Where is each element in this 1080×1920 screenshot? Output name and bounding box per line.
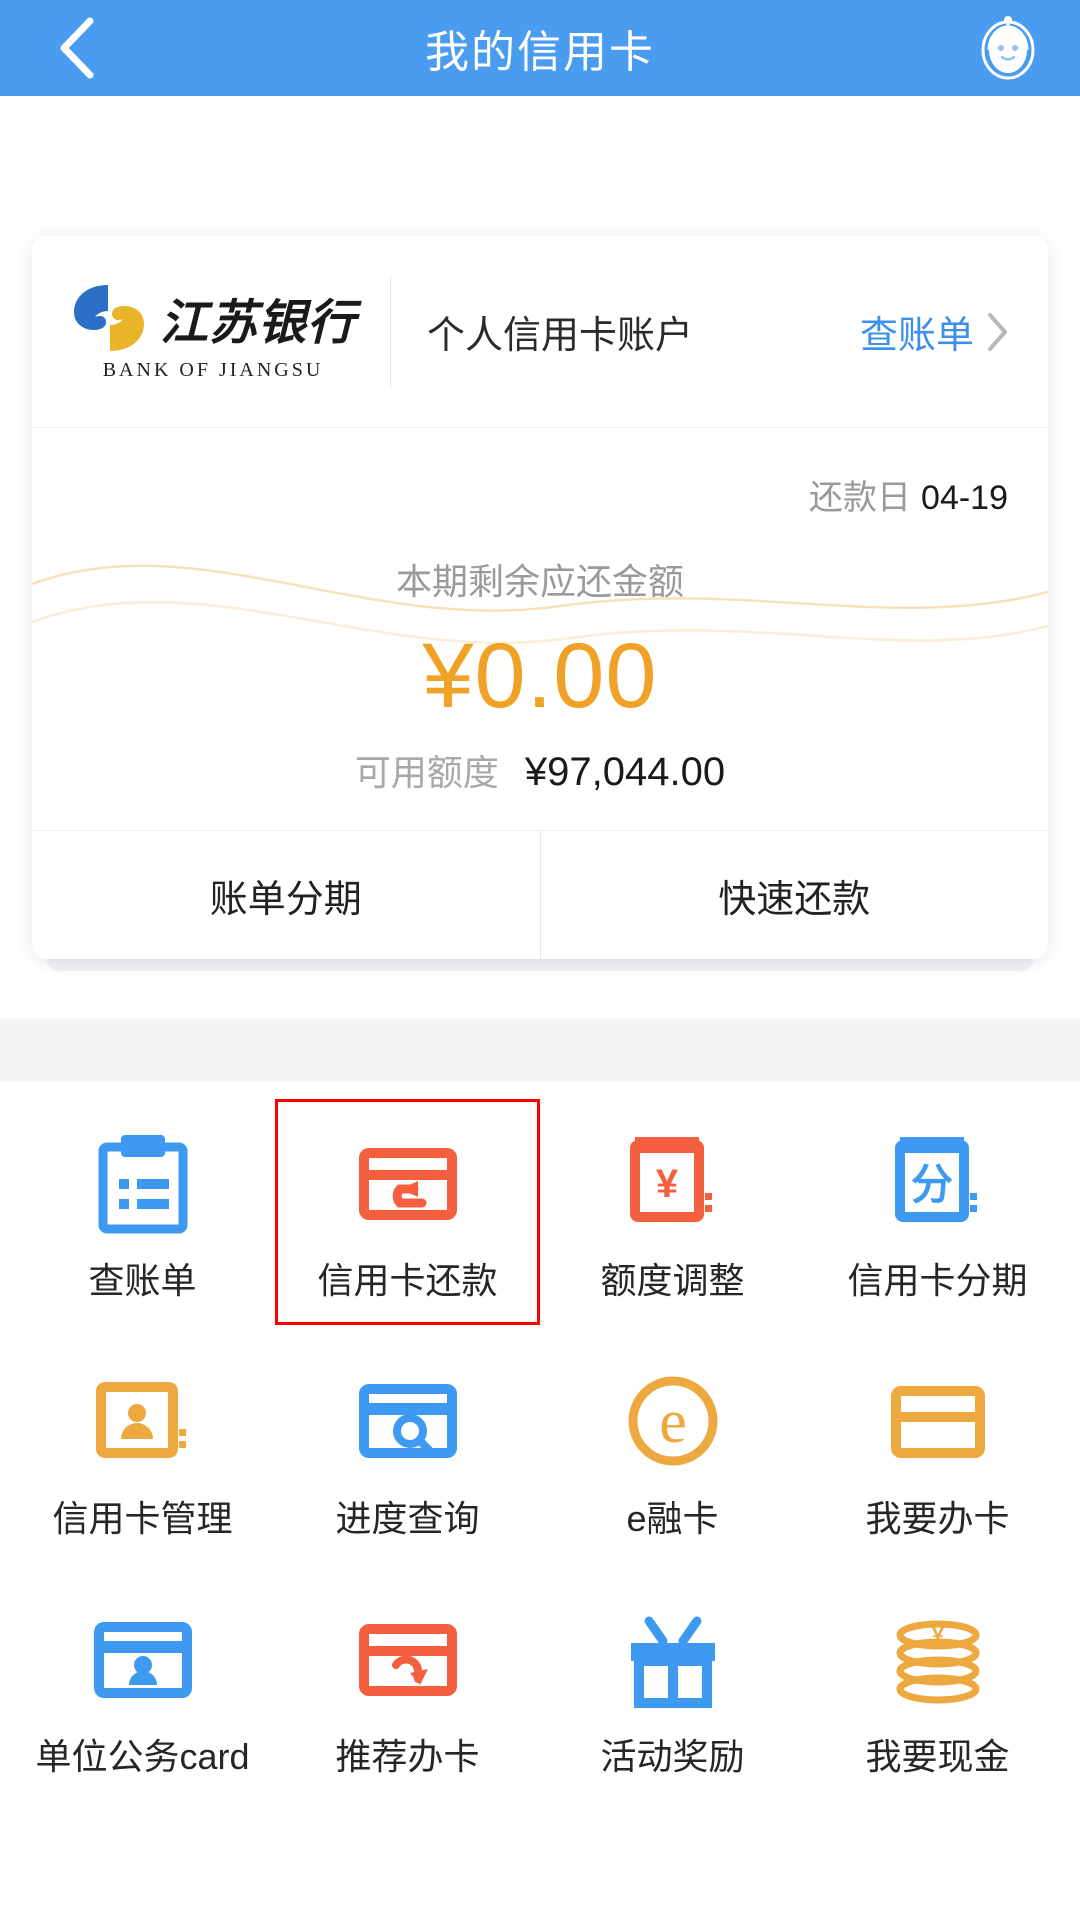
fen-in-frame-icon-wrap: 分 [886, 1131, 990, 1235]
bank-name-en: BANK OF JIANGSU [102, 359, 324, 381]
e-letter-circle-icon: e [628, 1376, 717, 1466]
grid-item-label: 信用卡分期 [847, 1260, 1028, 1301]
bill-installment-button[interactable]: 账单分期 [32, 831, 540, 959]
grid-item-6[interactable]: e e融卡 [540, 1337, 805, 1563]
view-statement-link[interactable]: 查账单 [860, 304, 1010, 359]
grid-item-1[interactable]: 信用卡还款 [275, 1099, 540, 1325]
grid-item-label: 单位公务card [35, 1736, 250, 1777]
chevron-left-icon [60, 17, 94, 79]
grid-item-5[interactable]: 进度查询 [275, 1337, 540, 1563]
grid-item-label: 推荐办卡 [335, 1736, 480, 1777]
quick-repay-button[interactable]: 快速还款 [539, 831, 1049, 959]
page-body: 江苏银行 BANK OF JIANGSU 个人信用卡账户 查账单 还款日 04-… [0, 236, 1080, 1920]
service-icon-grid: 查账单 信用卡还款 ¥ 额度调整 分信用卡分期信用卡管理 进度查询 e e融卡 我要办卡单位公务… [0, 1081, 1080, 1801]
grid-item-8[interactable]: 单位公务card [10, 1575, 275, 1801]
grid-item-4[interactable]: 信用卡管理 [10, 1337, 275, 1563]
section-divider [0, 1019, 1080, 1081]
blank-card-icon [890, 1386, 985, 1458]
card-share-arrow-icon-wrap [356, 1607, 460, 1711]
grid-item-label: 活动奖励 [600, 1736, 745, 1777]
gift-box-icon [630, 1616, 715, 1708]
available-credit-label: 可用额度 [354, 752, 499, 793]
credit-card-panel-wrap: 江苏银行 BANK OF JIANGSU 个人信用卡账户 查账单 还款日 04-… [32, 236, 1048, 971]
card-search-icon-wrap [356, 1369, 460, 1473]
gift-box-icon-wrap [621, 1607, 725, 1711]
grid-item-label: 进度查询 [335, 1498, 480, 1539]
grid-item-9[interactable]: 推荐办卡 [275, 1575, 540, 1801]
corporate-card-icon-wrap [91, 1607, 195, 1711]
grid-item-label: 信用卡还款 [317, 1260, 498, 1301]
card-search-icon [358, 1384, 457, 1458]
grid-item-0[interactable]: 查账单 [10, 1099, 275, 1325]
coins-stack-icon: ¥ [896, 1620, 979, 1704]
grid-item-10[interactable]: 活动奖励 [540, 1575, 805, 1801]
svg-text:¥: ¥ [655, 1162, 678, 1206]
svg-text:¥: ¥ [931, 1623, 944, 1648]
back-button[interactable] [42, 13, 112, 83]
account-label: 个人信用卡账户 [427, 315, 694, 357]
available-credit-row: 可用额度 ¥97,044.00 [72, 748, 1008, 796]
amount-value: ¥0.00 [422, 625, 658, 727]
due-date-row: 还款日 04-19 [72, 470, 1008, 519]
blank-card-icon-wrap [886, 1369, 990, 1473]
due-date-value: 04-19 [921, 479, 1008, 517]
bank-name-cn: 江苏银行 [160, 297, 357, 350]
assistant-button[interactable] [972, 12, 1044, 84]
due-date-label: 还款日 [809, 479, 912, 517]
grid-item-3[interactable]: 分信用卡分期 [805, 1099, 1070, 1325]
grid-item-11[interactable]: ¥ 我要现金 [805, 1575, 1070, 1801]
grid-item-label: 额度调整 [600, 1260, 745, 1301]
available-credit-value: ¥97,044.00 [524, 750, 726, 794]
e-letter-circle-icon-wrap: e [621, 1369, 725, 1473]
coins-stack-icon-wrap: ¥ [886, 1607, 990, 1711]
robot-assistant-icon [981, 16, 1035, 80]
grid-item-label: 查账单 [88, 1260, 197, 1301]
card-action-bar: 账单分期 快速还款 [32, 831, 1048, 959]
corporate-card-icon [93, 1622, 192, 1698]
jiangsu-bank-swirl-logo [74, 285, 144, 351]
yuan-in-frame-icon: ¥ [629, 1137, 712, 1222]
card-repay-arrow-icon-wrap [356, 1131, 460, 1235]
card-repay-arrow-icon [358, 1148, 457, 1220]
grid-item-2[interactable]: ¥ 额度调整 [540, 1099, 805, 1325]
amount-title: 本期剩余应还金额 [395, 561, 684, 602]
grid-item-label: e融卡 [626, 1498, 719, 1539]
fen-in-frame-icon: 分 [894, 1137, 977, 1222]
person-card-icon [95, 1382, 186, 1458]
bank-logo: 江苏银行 BANK OF JIANGSU [70, 275, 392, 388]
app-header: 我的信用卡 [0, 0, 1080, 96]
grid-item-label: 信用卡管理 [52, 1498, 233, 1539]
yuan-in-frame-icon-wrap: ¥ [621, 1131, 725, 1235]
view-statement-label: 查账单 [859, 315, 974, 357]
grid-item-7[interactable]: 我要办卡 [805, 1337, 1070, 1563]
svg-text:e: e [659, 1388, 687, 1456]
grid-item-label: 我要现金 [865, 1736, 1010, 1777]
page-title: 我的信用卡 [425, 28, 655, 77]
card-header-row: 江苏银行 BANK OF JIANGSU 个人信用卡账户 查账单 [32, 236, 1048, 428]
clipboard-list-icon [98, 1135, 187, 1234]
person-card-icon-wrap [91, 1369, 195, 1473]
grid-item-label: 我要办卡 [865, 1498, 1010, 1539]
card-balance-section: 还款日 04-19 本期剩余应还金额 ¥0.00 可用额度 ¥97,044.00 [32, 428, 1048, 831]
chevron-right-icon [988, 312, 1007, 351]
clipboard-list-icon-wrap [91, 1131, 195, 1235]
credit-card-panel: 江苏银行 BANK OF JIANGSU 个人信用卡账户 查账单 还款日 04-… [32, 236, 1048, 959]
card-share-arrow-icon [358, 1624, 457, 1696]
svg-text:分: 分 [910, 1161, 952, 1208]
